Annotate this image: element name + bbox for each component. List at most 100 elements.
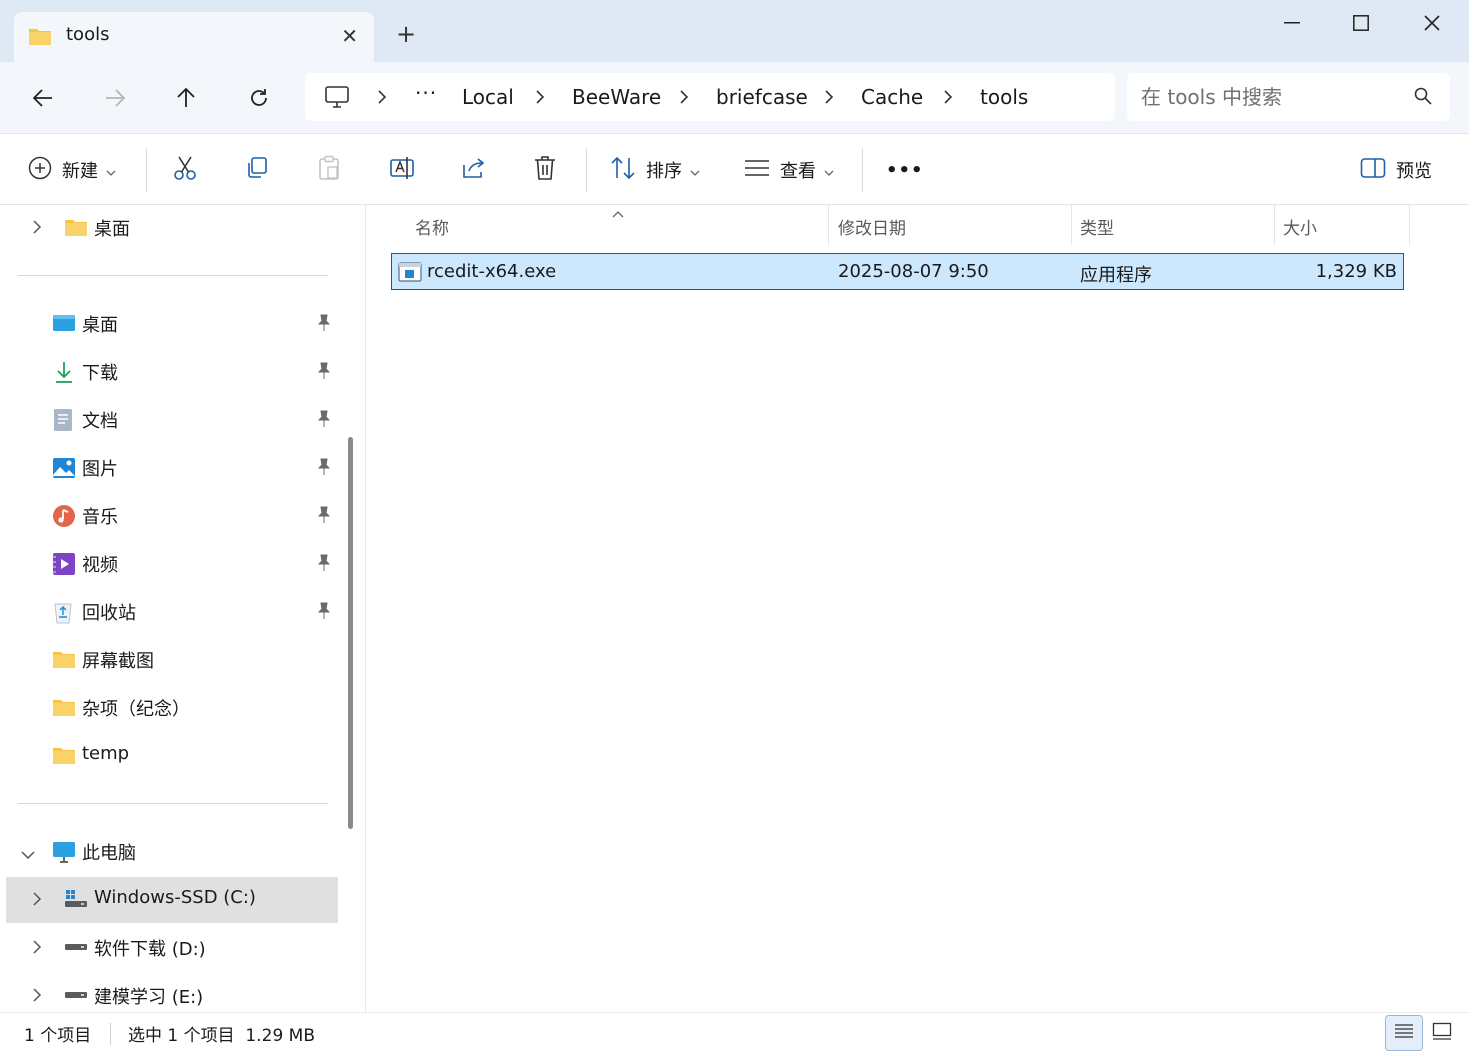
- pin-icon[interactable]: [316, 314, 332, 336]
- folder-icon: [52, 648, 76, 672]
- sidebar-item-screenshots[interactable]: 屏幕截图: [0, 637, 340, 683]
- application-icon: [398, 262, 422, 286]
- new-tab-button[interactable]: +: [396, 22, 416, 46]
- tiles-view-icon: [1432, 1022, 1452, 1044]
- search-input[interactable]: [1141, 82, 1401, 112]
- navigation-pane: 桌面 桌面 下载 文档 图片 音乐 视频 回收站 屏幕截图 杂项（纪念） tem…: [0, 205, 340, 1012]
- sidebar-item-label: 图片: [82, 459, 118, 480]
- chevron-down-icon[interactable]: [20, 845, 36, 864]
- sidebar-item-desktop[interactable]: 桌面: [0, 301, 340, 347]
- preview-pane-button[interactable]: 预览: [1360, 152, 1432, 188]
- sidebar-item-documents[interactable]: 文档: [0, 397, 340, 443]
- sidebar-scrollbar[interactable]: [340, 205, 366, 1012]
- sidebar-item-drive-e[interactable]: 建模学习 (E:): [0, 973, 340, 1012]
- sidebar-item-label: 此电脑: [82, 843, 136, 864]
- sidebar-item-label: 杂项（纪念）: [82, 699, 190, 720]
- sidebar-item-drive-d[interactable]: 软件下载 (D:): [0, 925, 340, 971]
- pin-icon[interactable]: [316, 458, 332, 480]
- chevron-right-icon[interactable]: [32, 219, 42, 239]
- minimize-button[interactable]: [1260, 8, 1324, 38]
- more-options-button[interactable]: •••: [886, 152, 924, 188]
- sidebar-item-label: 下载: [82, 363, 118, 384]
- close-window-button[interactable]: [1400, 8, 1464, 38]
- cut-button[interactable]: [173, 152, 197, 188]
- crumb-local[interactable]: Local: [462, 85, 514, 109]
- item-count: 1 个项目: [24, 1026, 92, 1046]
- divider: [146, 148, 147, 192]
- sidebar-item-recycle-bin[interactable]: 回收站: [0, 589, 340, 635]
- chevron-down-icon: [824, 161, 834, 180]
- pin-icon[interactable]: [316, 602, 332, 624]
- sort-button[interactable]: 排序: [610, 152, 700, 188]
- pin-icon[interactable]: [316, 554, 332, 576]
- chevron-right-icon[interactable]: [32, 987, 42, 1007]
- view-button[interactable]: 查看: [744, 152, 834, 188]
- close-tab-icon[interactable]: ✕: [341, 24, 358, 48]
- address-bar[interactable]: ··· Local BeeWare briefcase Cache tools: [305, 73, 1115, 121]
- sidebar-item-label: 音乐: [82, 507, 118, 528]
- search-icon[interactable]: [1414, 87, 1432, 109]
- preview-pane-icon: [1360, 157, 1386, 183]
- preview-label: 预览: [1396, 161, 1432, 182]
- column-header-type[interactable]: 类型: [1072, 205, 1274, 245]
- crumb-cache[interactable]: Cache: [861, 85, 923, 109]
- column-header-size[interactable]: 大小: [1275, 205, 1409, 245]
- crumb-briefcase[interactable]: briefcase: [716, 85, 808, 109]
- music-icon: [52, 504, 76, 528]
- chevron-right-icon: [535, 89, 545, 109]
- videos-icon: [52, 552, 76, 576]
- forward-button[interactable]: [97, 80, 133, 116]
- desktop-icon: [52, 312, 76, 336]
- tiles-view-button[interactable]: [1423, 1015, 1461, 1051]
- pin-icon[interactable]: [316, 410, 332, 432]
- paste-icon: [317, 155, 341, 185]
- sidebar-item-this-pc[interactable]: 此电脑: [0, 829, 340, 875]
- column-divider[interactable]: [1409, 205, 1410, 245]
- pin-icon[interactable]: [316, 506, 332, 528]
- chevron-right-icon[interactable]: [32, 939, 42, 959]
- delete-button[interactable]: [533, 152, 557, 188]
- file-name[interactable]: rcedit-x64.exe: [427, 261, 556, 282]
- search-box[interactable]: [1127, 73, 1450, 121]
- sidebar-item-label: 视频: [82, 555, 118, 576]
- file-list: 名称 修改日期 类型 大小 rcedit-x64.exe 2025-08-07 …: [367, 205, 1469, 1012]
- pictures-icon: [52, 456, 76, 480]
- new-button[interactable]: 新建: [28, 152, 116, 188]
- paste-button[interactable]: [317, 152, 341, 188]
- overflow-crumbs-icon[interactable]: ···: [415, 81, 437, 105]
- sidebar-item-label: Windows-SSD (C:): [94, 887, 256, 908]
- maximize-button[interactable]: [1329, 8, 1393, 38]
- sidebar-item-temp[interactable]: temp: [0, 733, 340, 779]
- sidebar-item-misc[interactable]: 杂项（纪念）: [0, 685, 340, 731]
- list-view-icon: [744, 159, 770, 181]
- refresh-button[interactable]: [241, 80, 277, 116]
- sort-icon: [610, 156, 636, 184]
- sidebar-item-label: 屏幕截图: [82, 651, 154, 672]
- crumb-tools[interactable]: tools: [980, 85, 1028, 109]
- copy-button[interactable]: [245, 152, 269, 188]
- tab-title: tools: [66, 24, 110, 45]
- chevron-down-icon: [690, 161, 700, 180]
- scrollbar-thumb[interactable]: [348, 437, 353, 829]
- details-view-button[interactable]: [1385, 1015, 1423, 1051]
- sidebar-item-drive-c[interactable]: Windows-SSD (C:): [6, 877, 338, 923]
- share-button[interactable]: [461, 152, 487, 188]
- up-button[interactable]: [168, 80, 204, 116]
- pin-icon[interactable]: [316, 362, 332, 384]
- column-header-modified[interactable]: 修改日期: [829, 205, 1071, 245]
- sidebar-item-music[interactable]: 音乐: [0, 493, 340, 539]
- divider: [18, 803, 328, 804]
- sidebar-item-label: 文档: [82, 411, 118, 432]
- sidebar-item-videos[interactable]: 视频: [0, 541, 340, 587]
- chevron-right-icon[interactable]: [32, 891, 42, 911]
- column-header-name[interactable]: 名称: [391, 205, 827, 245]
- sidebar-item-pictures[interactable]: 图片: [0, 445, 340, 491]
- rename-button[interactable]: [389, 152, 415, 188]
- table-row[interactable]: rcedit-x64.exe 2025-08-07 9:50 应用程序 1,32…: [391, 253, 1404, 290]
- this-pc-icon[interactable]: [325, 86, 349, 112]
- crumb-beeware[interactable]: BeeWare: [572, 85, 661, 109]
- back-button[interactable]: [25, 80, 61, 116]
- sidebar-item-desktop-top[interactable]: 桌面: [0, 205, 340, 251]
- sidebar-item-downloads[interactable]: 下载: [0, 349, 340, 395]
- tab-tools[interactable]: tools ✕: [14, 12, 374, 62]
